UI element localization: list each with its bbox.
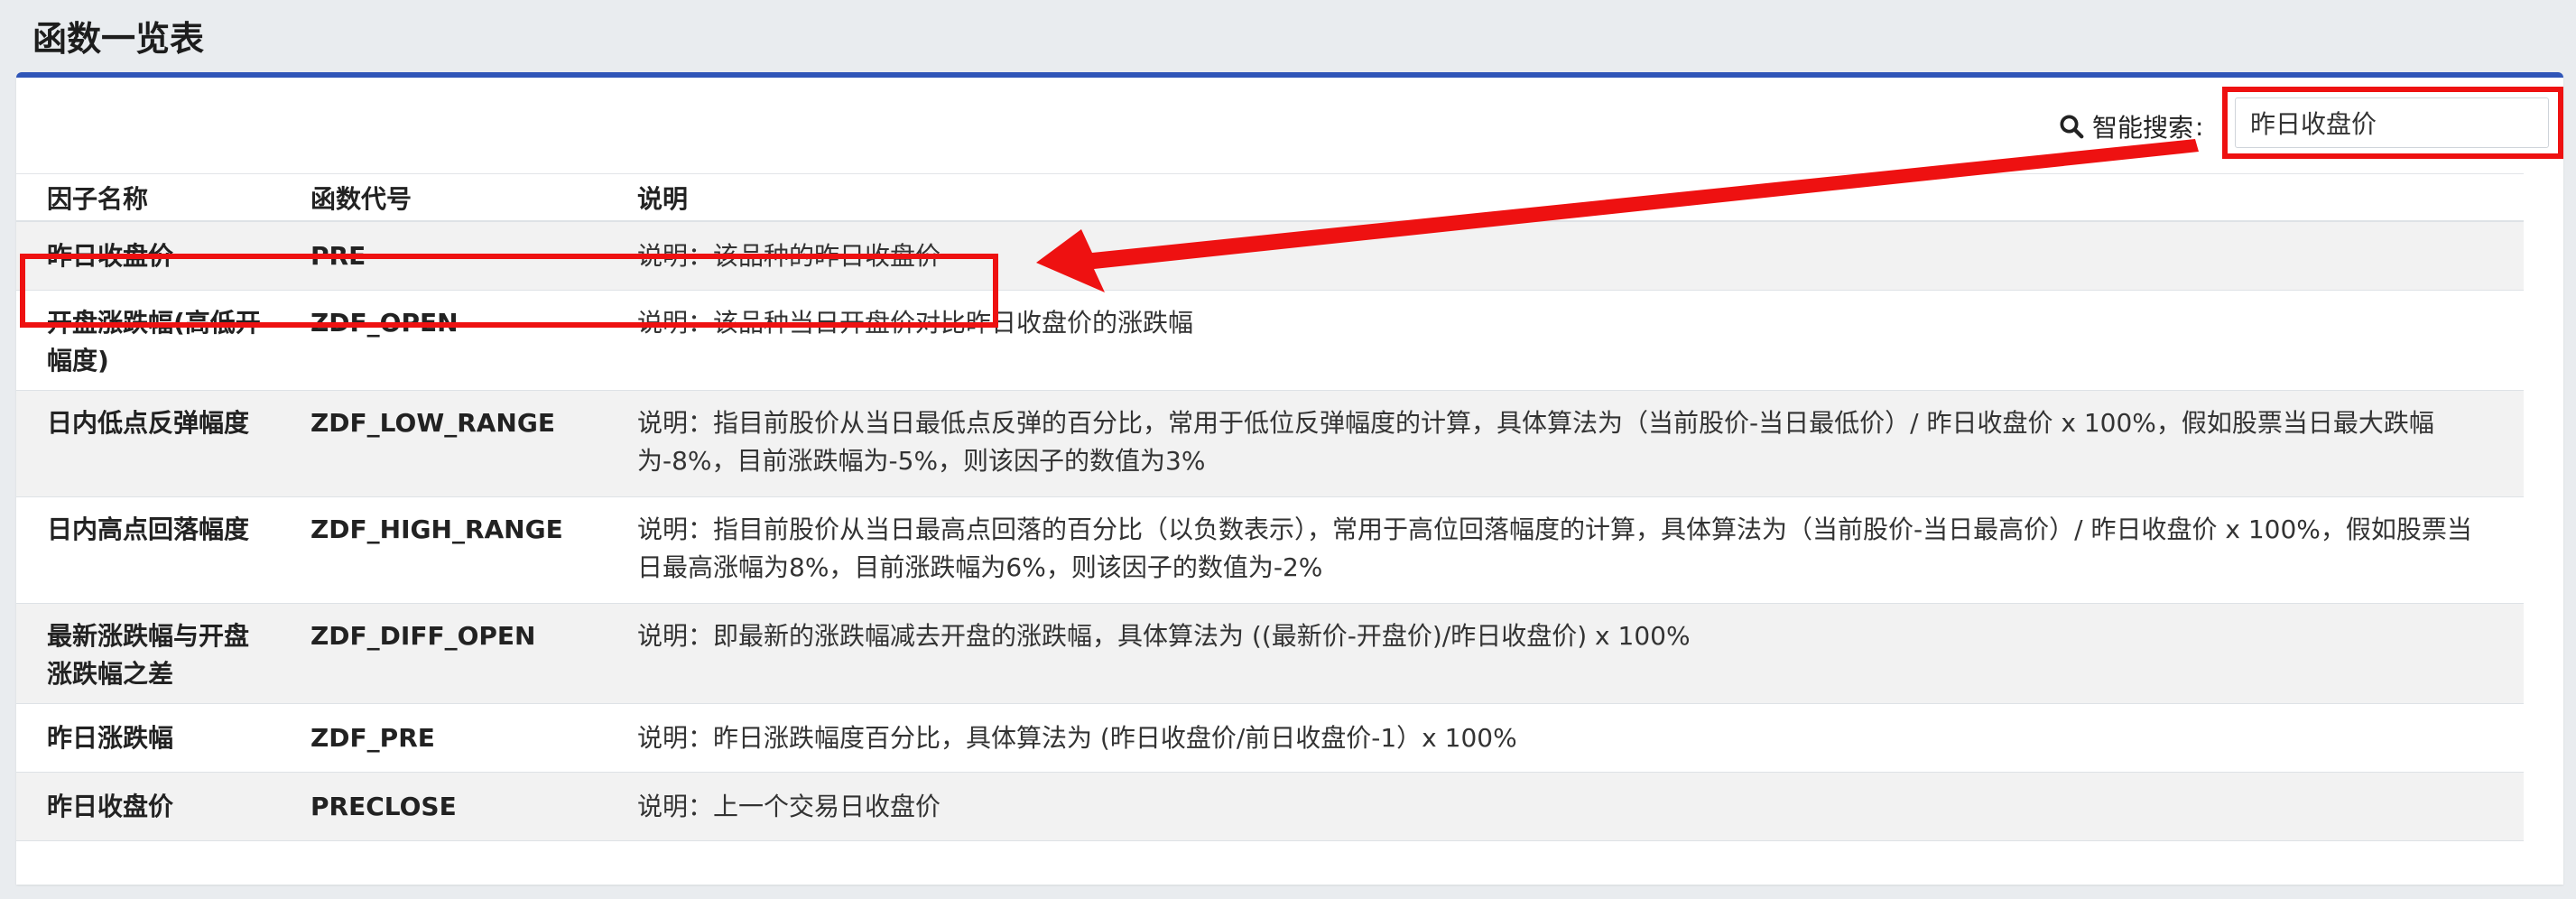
search-input[interactable] <box>2235 97 2549 148</box>
function-code: ZDF_HIGH_RANGE <box>310 514 563 544</box>
table-row[interactable]: 昨日涨跌幅 ZDF_PRE 说明：昨日涨跌幅度百分比，具体算法为 (昨日收盘价/… <box>16 704 2524 773</box>
search-label-text: 智能搜索 <box>2092 113 2194 143</box>
search-icon <box>2060 115 2084 139</box>
table-header-row: 因子名称 函数代号 说明 <box>16 177 2524 222</box>
page-title: 函数一览表 <box>32 19 205 59</box>
description: 说明：即最新的涨跌幅减去开盘的涨跌幅，具体算法为 ((最新价-开盘价)/昨日收盘… <box>637 621 1691 651</box>
factor-name: 昨日收盘价 <box>47 792 174 821</box>
table-row[interactable]: 日内高点回落幅度 ZDF_HIGH_RANGE 说明：指目前股价从当日最高点回落… <box>16 497 2524 604</box>
table-row[interactable]: 昨日收盘价 PRECLOSE 说明：上一个交易日收盘价 <box>16 773 2524 841</box>
factor-name: 日内低点反弹幅度 <box>47 408 250 438</box>
function-code: ZDF_LOW_RANGE <box>310 408 555 438</box>
factor-name: 最新涨跌幅与开盘涨跌幅之差 <box>47 621 250 689</box>
factor-name: 昨日涨跌幅 <box>47 723 174 753</box>
description: 说明：指目前股价从当日最低点反弹的百分比，常用于低位反弹幅度的计算，具体算法为（… <box>637 408 2434 476</box>
toolbar-divider <box>16 173 2524 174</box>
table-row[interactable]: 日内低点反弹幅度 ZDF_LOW_RANGE 说明：指目前股价从当日最低点反弹的… <box>16 391 2524 497</box>
factor-name: 日内高点回落幅度 <box>47 514 250 544</box>
function-code: ZDF_PRE <box>310 723 435 753</box>
header-function-code: 函数代号 <box>310 184 412 214</box>
function-code: ZDF_DIFF_OPEN <box>310 621 536 651</box>
description: 说明：指目前股价从当日最高点回落的百分比（以负数表示），常用于高位回落幅度的计算… <box>637 514 2472 582</box>
function-code: PRECLOSE <box>310 792 457 821</box>
page: 函数一览表 智能搜索 : 因子名称 函数代号 说明 昨日收盘价 <box>0 0 2576 899</box>
header-description: 说明 <box>637 184 689 214</box>
result-highlight-box <box>20 254 998 328</box>
search-toolbar: 智能搜索 : <box>16 78 2563 177</box>
description: 说明：上一个交易日收盘价 <box>637 792 941 821</box>
search-label-colon: : <box>2195 111 2204 142</box>
function-list-card: 智能搜索 : 因子名称 函数代号 说明 昨日收盘价 PRE 说明：该品种的昨日收… <box>16 72 2563 885</box>
description: 说明：昨日涨跌幅度百分比，具体算法为 (昨日收盘价/前日收盘价-1）x 100% <box>637 723 1517 753</box>
table-row[interactable]: 最新涨跌幅与开盘涨跌幅之差 ZDF_DIFF_OPEN 说明：即最新的涨跌幅减去… <box>16 604 2524 704</box>
search-label: 智能搜索 : <box>2058 108 2203 144</box>
header-factor-name: 因子名称 <box>47 184 149 214</box>
